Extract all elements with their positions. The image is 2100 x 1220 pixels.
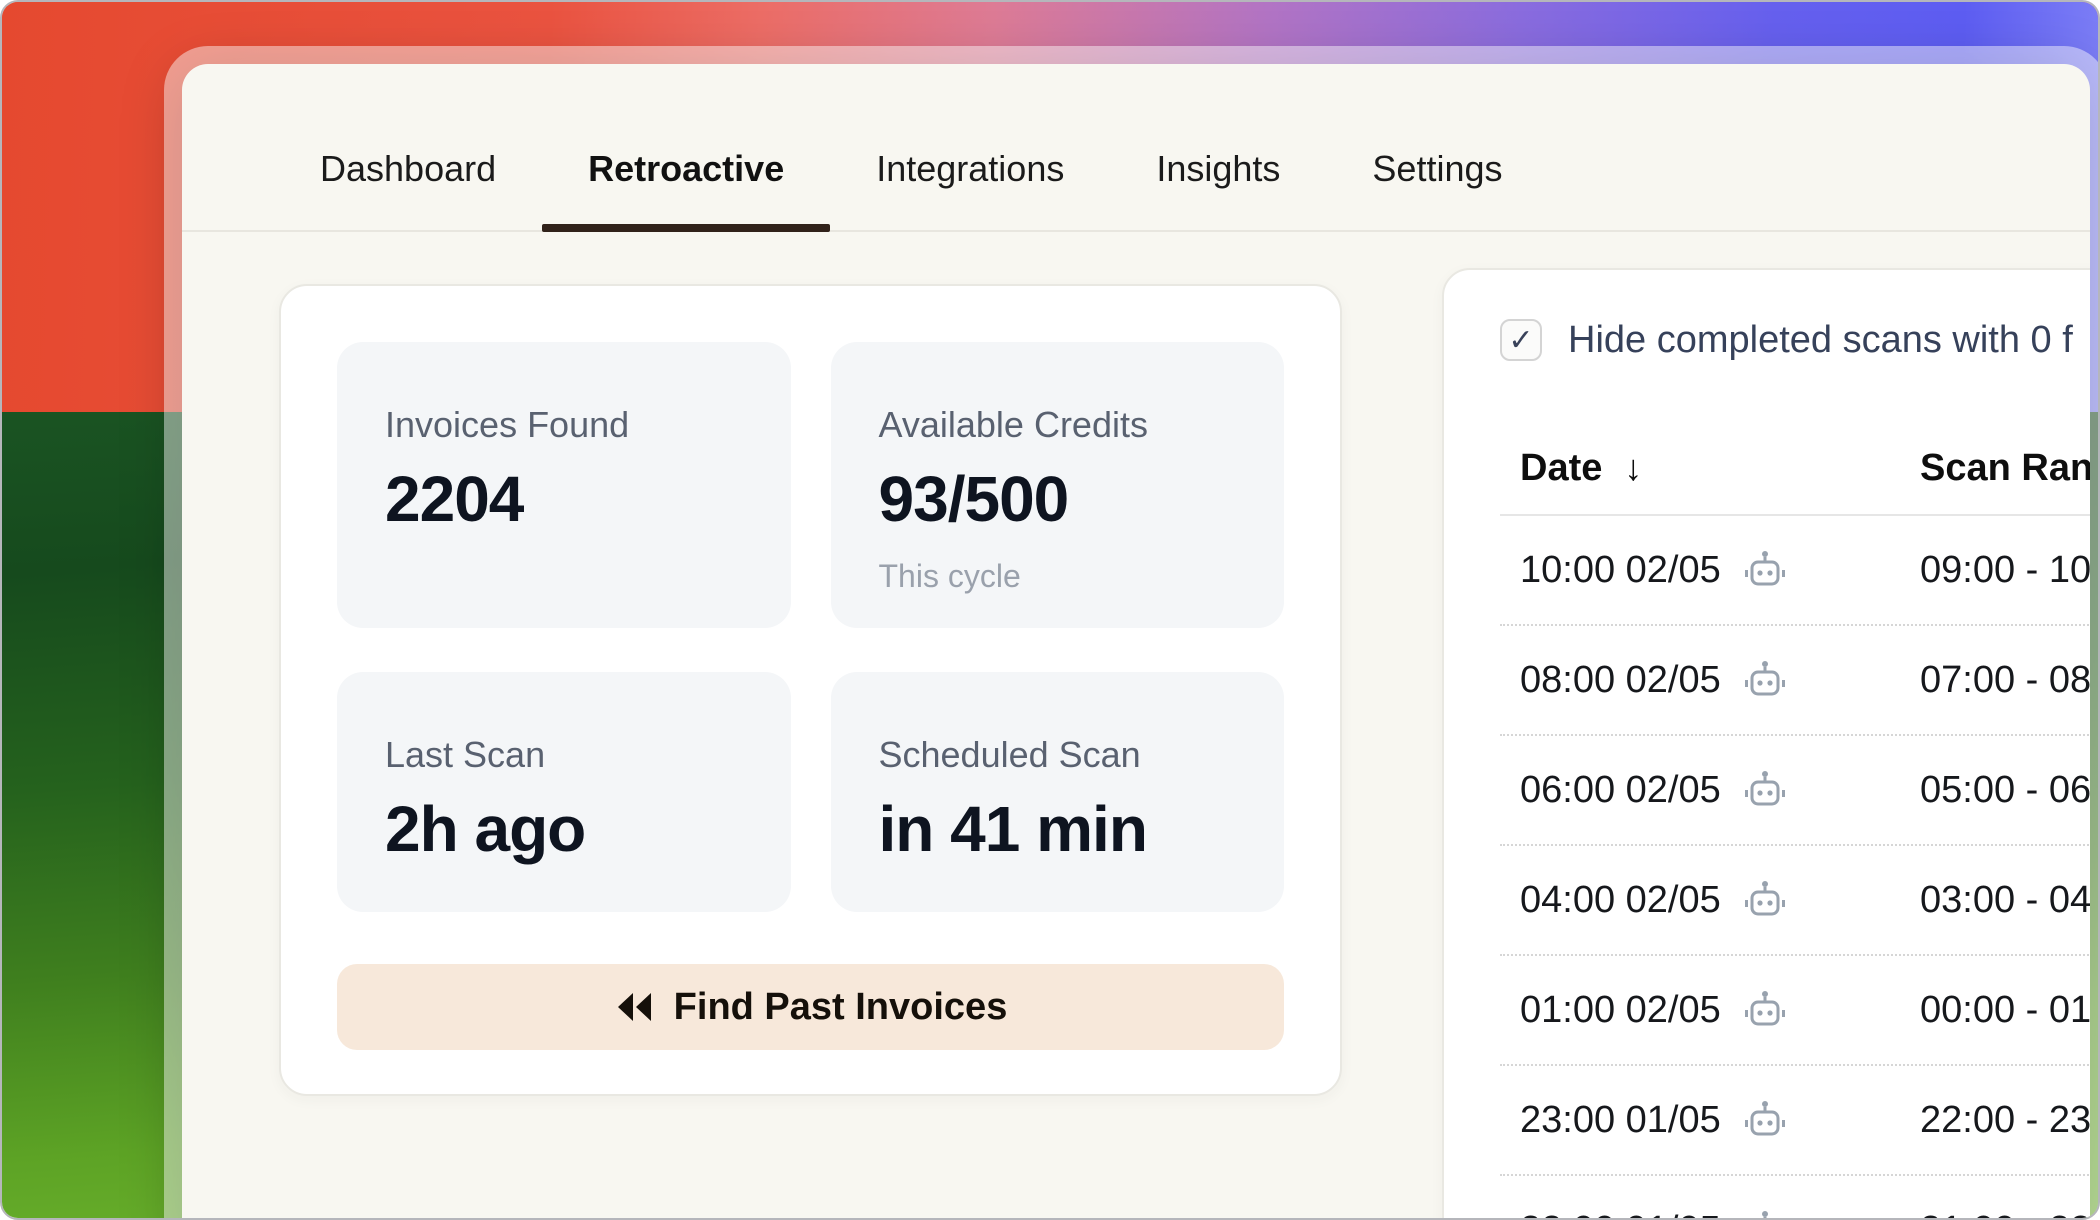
tab-integrations[interactable]: Integrations [830,108,1110,230]
scan-row[interactable]: 23:00 01/05 [1500,1066,2090,1176]
scan-table: Date ↓ Scan Range 10:00 02/05 [1500,422,2090,1220]
scan-date-cell: 08:00 02/05 [1520,658,1920,702]
scan-date: 01:00 02/05 [1520,989,1721,1032]
scan-row[interactable]: 06:00 02/05 [1500,736,2090,846]
find-past-invoices-label: Find Past Invoices [674,986,1008,1029]
stat-label: Last Scan [385,734,743,776]
stat-invoices-found: Invoices Found 2204 [337,342,791,628]
scan-range: 00:00 - 01:00 [1920,989,2090,1032]
stat-scheduled-scan: Scheduled Scan in 41 min [831,672,1285,912]
scan-date: 08:00 02/05 [1520,659,1721,702]
tab-retroactive[interactable]: Retroactive [542,108,830,230]
stat-value: in 41 min [879,792,1237,866]
scan-date-cell: 04:00 02/05 [1520,878,1920,922]
robot-icon [1743,1098,1787,1142]
scan-date-cell: 23:00 01/05 [1520,1098,1920,1142]
scan-range-column-header: Scan Range [1920,447,2090,490]
sort-desc-icon: ↓ [1624,447,1642,489]
scan-row[interactable]: 08:00 02/05 [1500,626,2090,736]
scan-range: 07:00 - 08:00 [1920,659,2090,702]
hide-completed-checkbox[interactable]: ✓ [1500,319,1542,361]
scan-date: 22:00 01/05 [1520,1209,1721,1220]
scan-date-cell: 01:00 02/05 [1520,988,1920,1032]
robot-icon [1743,988,1787,1032]
robot-icon [1743,548,1787,592]
tab-insights[interactable]: Insights [1110,108,1326,230]
scans-panel: ✓ Hide completed scans with 0 f Date ↓ S… [1442,268,2090,1220]
scan-date-cell: 10:00 02/05 [1520,548,1920,592]
date-column-header[interactable]: Date ↓ [1520,447,1920,490]
stat-tiles: Invoices Found 2204 Available Credits 93… [337,342,1284,912]
tab-settings[interactable]: Settings [1326,108,1548,230]
find-past-invoices-button[interactable]: Find Past Invoices [337,964,1284,1050]
scan-row[interactable]: 22:00 01/05 [1500,1176,2090,1220]
stats-card: Invoices Found 2204 Available Credits 93… [279,284,1342,1096]
scan-row[interactable]: 04:00 02/05 [1500,846,2090,956]
date-header-label: Date [1520,447,1602,490]
scan-range: 05:00 - 06:00 [1920,769,2090,812]
tab-dashboard[interactable]: Dashboard [274,108,542,230]
scan-row[interactable]: 01:00 02/05 [1500,956,2090,1066]
scan-date: 04:00 02/05 [1520,879,1721,922]
scan-date-cell: 22:00 01/05 [1520,1208,1920,1220]
app-window: Dashboard Retroactive Integrations Insig… [182,64,2090,1220]
main-content: Invoices Found 2204 Available Credits 93… [182,232,2090,1220]
scan-range: 09:00 - 10:00 [1920,549,2090,592]
scan-range: 21:00 - 22:00 [1920,1209,2090,1220]
robot-icon [1743,878,1787,922]
robot-icon [1743,658,1787,702]
rewind-icon [614,990,654,1024]
stat-last-scan: Last Scan 2h ago [337,672,791,912]
scan-table-header: Date ↓ Scan Range [1500,422,2090,516]
stat-value: 2h ago [385,792,743,866]
tab-bar: Dashboard Retroactive Integrations Insig… [182,64,2090,232]
stat-label: Available Credits [879,404,1237,446]
stat-available-credits: Available Credits 93/500 This cycle [831,342,1285,628]
stat-label: Invoices Found [385,404,743,446]
robot-icon [1743,1208,1787,1220]
robot-icon [1743,768,1787,812]
hide-completed-filter[interactable]: ✓ Hide completed scans with 0 f [1500,314,2090,366]
screenshot-frame: Dashboard Retroactive Integrations Insig… [0,0,2100,1220]
scan-date: 06:00 02/05 [1520,769,1721,812]
stat-value: 93/500 [879,462,1237,536]
scan-table-body: 10:00 02/05 [1500,516,2090,1220]
hide-completed-label: Hide completed scans with 0 f [1568,319,2073,362]
scan-date-cell: 06:00 02/05 [1520,768,1920,812]
stat-value: 2204 [385,462,743,536]
scan-range: 22:00 - 23:00 [1920,1099,2090,1142]
stat-label: Scheduled Scan [879,734,1237,776]
scan-row[interactable]: 10:00 02/05 [1500,516,2090,626]
scan-range: 03:00 - 04:00 [1920,879,2090,922]
scan-date: 23:00 01/05 [1520,1099,1721,1142]
stat-subtext: This cycle [879,558,1237,595]
scan-date: 10:00 02/05 [1520,549,1721,592]
